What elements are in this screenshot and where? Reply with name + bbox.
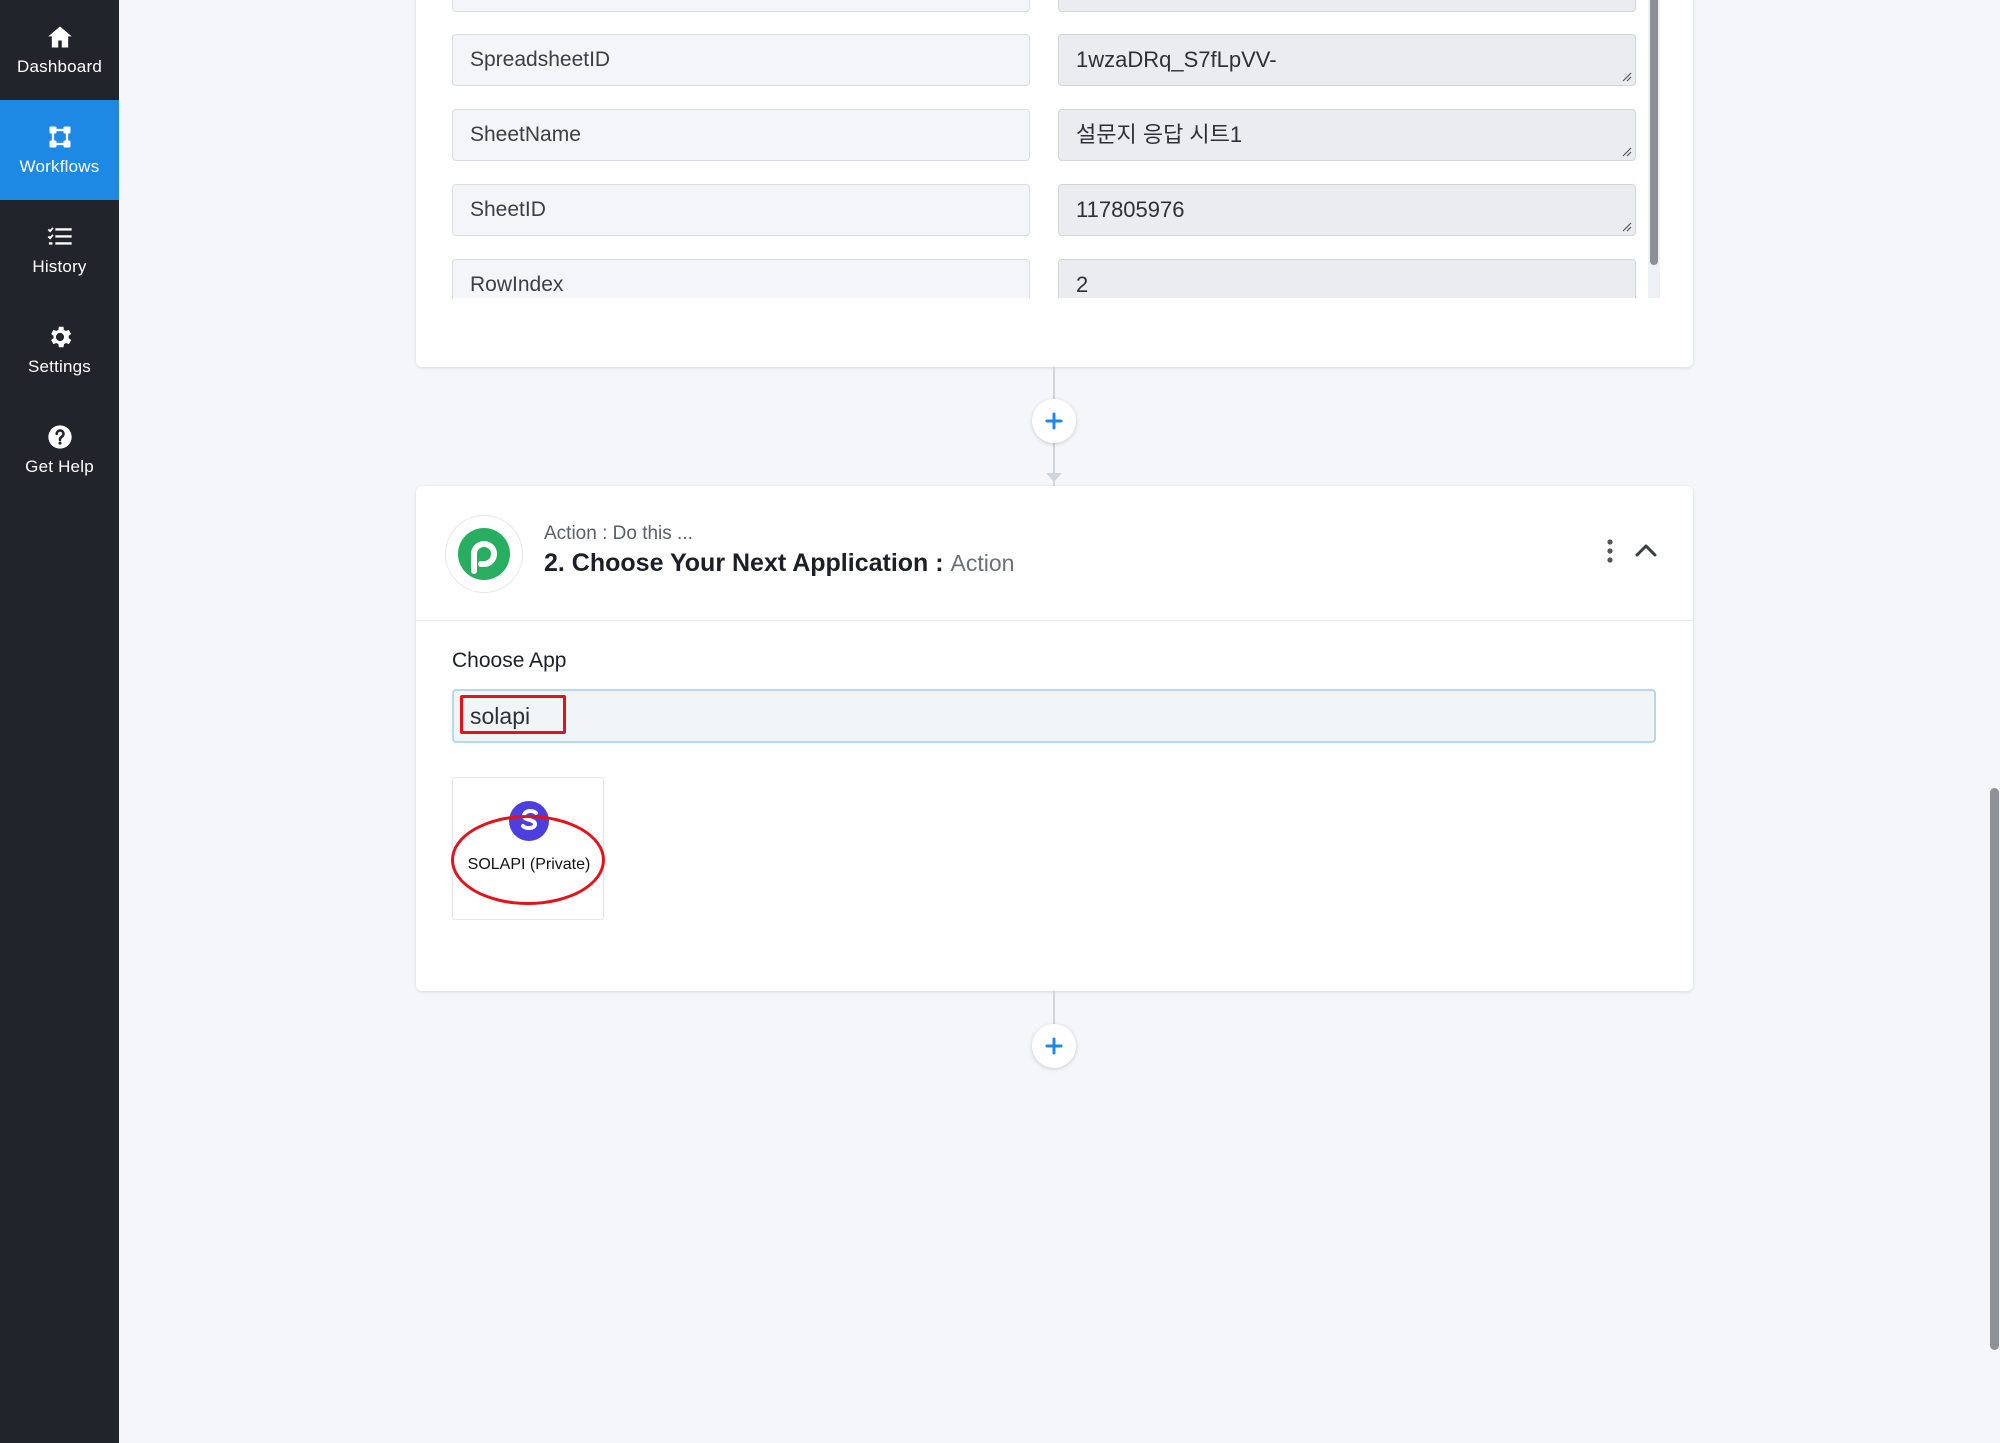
sidebar-item-get-help[interactable]: Get Help — [0, 400, 119, 500]
sidebar-item-history[interactable]: History — [0, 200, 119, 300]
trigger-fields-panel: SpreadsheetID 1wzaDRq_S7fLpVV- SheetName… — [416, 0, 1676, 298]
chevron-up-icon[interactable] — [1634, 540, 1658, 560]
pabbly-logo — [445, 515, 523, 593]
solapi-icon — [509, 801, 549, 841]
pabbly-logo-icon — [458, 528, 510, 580]
sidebar-item-label: Dashboard — [17, 57, 102, 76]
action-step-title: 2. Choose Your Next Application : Action — [544, 549, 1014, 578]
action-step-title-suffix: Action — [950, 550, 1015, 576]
action-step-card: Action : Do this ... 2. Choose Your Next… — [416, 486, 1693, 991]
field-value[interactable]: 설문지 응답 시트1 — [1058, 109, 1636, 161]
field-row: SheetName 설문지 응답 시트1 — [452, 109, 1652, 161]
resize-handle-icon[interactable] — [1620, 70, 1632, 82]
question-circle-icon — [47, 425, 72, 449]
field-row-partial — [452, 0, 1652, 12]
field-key: SheetID — [452, 184, 1030, 236]
field-value[interactable]: 2 — [1058, 259, 1636, 298]
choose-app-label: Choose App — [452, 649, 567, 672]
field-key: SpreadsheetID — [452, 34, 1030, 86]
page-scrollbar-thumb[interactable] — [1990, 788, 1999, 1350]
plus-icon — [1045, 1037, 1063, 1055]
fields-scrollbar-thumb[interactable] — [1650, 0, 1658, 265]
add-step-button[interactable] — [1032, 399, 1076, 443]
field-value-text: 1wzaDRq_S7fLpVV- — [1076, 47, 1277, 72]
home-icon — [47, 26, 72, 48]
field-key: SheetName — [452, 109, 1030, 161]
field-row: SheetID 117805976 — [452, 184, 1652, 236]
field-value[interactable]: 117805976 — [1058, 184, 1636, 236]
list-check-icon — [47, 227, 72, 245]
app-result-tile[interactable]: SOLAPI (Private) — [451, 777, 605, 920]
gear-icon — [50, 326, 71, 348]
field-value[interactable] — [1058, 0, 1636, 12]
action-step-header[interactable]: Action : Do this ... 2. Choose Your Next… — [416, 486, 1693, 621]
add-step-button[interactable] — [1032, 1024, 1076, 1068]
plus-icon — [1045, 412, 1063, 430]
sidebar-item-settings[interactable]: Settings — [0, 300, 119, 400]
sidebar-item-label: Get Help — [25, 457, 94, 476]
field-key — [452, 0, 1030, 12]
workflow-icon — [49, 126, 70, 148]
trigger-response-card: SpreadsheetID 1wzaDRq_S7fLpVV- SheetName… — [416, 0, 1693, 367]
sidebar-item-label: History — [32, 257, 87, 276]
field-key: RowIndex — [452, 259, 1030, 298]
connector-arrow — [1046, 473, 1062, 482]
resize-handle-icon[interactable] — [1620, 145, 1632, 157]
app-result-label: SOLAPI (Private) — [467, 856, 591, 873]
field-value[interactable]: 1wzaDRq_S7fLpVV- — [1058, 34, 1636, 86]
sidebar-item-label: Settings — [27, 357, 92, 376]
sidebar-item-workflows[interactable]: Workflows — [0, 100, 119, 200]
sidebar-item-dashboard[interactable]: Dashboard — [0, 0, 119, 100]
field-value-text: 설문지 응답 시트1 — [1076, 122, 1243, 147]
field-row: SpreadsheetID 1wzaDRq_S7fLpVV- — [452, 34, 1652, 86]
sidebar: Dashboard Workflows History Settings Get… — [0, 0, 119, 1443]
field-row: RowIndex 2 — [452, 259, 1652, 298]
sidebar-item-label: Workflows — [19, 157, 100, 176]
fields-scrollbar[interactable] — [1648, 0, 1660, 298]
more-options-icon[interactable] — [1603, 538, 1617, 564]
resize-handle-icon[interactable] — [1620, 220, 1632, 232]
field-value-text: 117805976 — [1076, 197, 1185, 222]
action-step-subtitle: Action : Do this ... — [544, 523, 693, 544]
action-step-title-text: 2. Choose Your Next Application : — [544, 549, 944, 577]
choose-app-search-input[interactable] — [452, 689, 1656, 743]
field-value-text: 2 — [1076, 272, 1089, 297]
